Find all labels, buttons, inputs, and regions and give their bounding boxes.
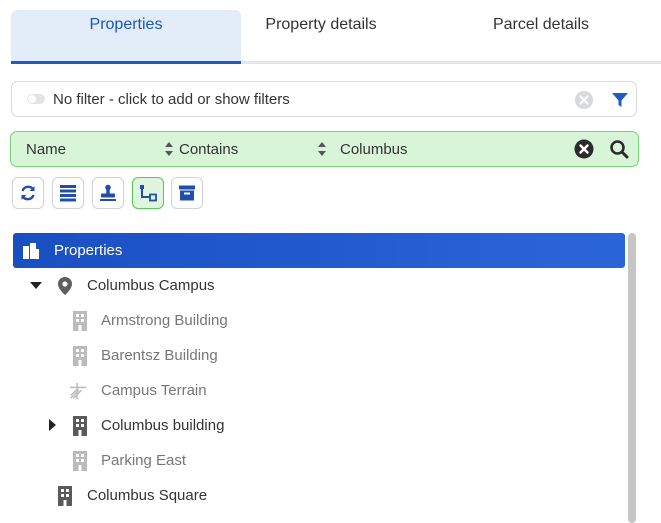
- tree-item-columbus-campus[interactable]: Columbus Campus: [13, 268, 625, 303]
- archive-icon: [179, 185, 195, 201]
- tree-item-columbus-square[interactable]: Columbus Square: [13, 478, 625, 513]
- tree-item-label: Columbus Campus: [87, 277, 215, 294]
- caret-down-icon[interactable]: [30, 278, 42, 292]
- tree-item-label: Parking East: [101, 452, 187, 469]
- building-icon: [58, 486, 72, 506]
- tab-label: Parcel details: [492, 16, 590, 33]
- tree-item-parking-east[interactable]: Parking East: [13, 443, 625, 478]
- tree-scrollbar[interactable]: [628, 233, 636, 523]
- operator-sort-icon[interactable]: [317, 141, 327, 157]
- list-view-button[interactable]: [52, 177, 84, 209]
- archive-button[interactable]: [171, 177, 203, 209]
- stamp-button[interactable]: [92, 177, 124, 209]
- tab-bar: Properties Property details Parcel detai…: [0, 0, 661, 64]
- tree-root-properties[interactable]: Properties: [13, 233, 625, 268]
- filter-bar[interactable]: No filter - click to add or show filters: [11, 81, 637, 117]
- building-icon: [73, 451, 87, 471]
- tab-label: Properties: [89, 16, 163, 33]
- field-sort-icon[interactable]: [164, 141, 174, 157]
- building-icon: [73, 346, 87, 366]
- tab-label: Property details: [265, 16, 377, 33]
- hierarchy-icon: [140, 185, 157, 202]
- refresh-button[interactable]: [12, 177, 44, 209]
- terrain-icon: [69, 382, 87, 400]
- tree-item-label: Barentsz Building: [101, 347, 218, 364]
- search-criteria-row: Name Contains Columbus: [10, 131, 639, 167]
- tree-item-label: Columbus Square: [87, 487, 208, 504]
- tree-item-columbus-building[interactable]: Columbus building: [13, 408, 625, 443]
- search-field-select[interactable]: Name: [26, 141, 66, 158]
- hierarchy-view-button[interactable]: [132, 177, 164, 209]
- tab-properties[interactable]: Properties: [11, 10, 241, 64]
- tree-item-label: Columbus building: [101, 417, 225, 434]
- tree-item-campus-terrain[interactable]: Campus Terrain: [13, 373, 625, 408]
- filter-status-text[interactable]: No filter - click to add or show filters: [53, 91, 290, 108]
- location-pin-icon: [58, 277, 72, 295]
- search-icon[interactable]: [609, 139, 629, 159]
- refresh-icon: [21, 185, 35, 201]
- tree-item-armstrong-building[interactable]: Armstrong Building: [13, 303, 625, 338]
- tree-item-label: Properties: [54, 242, 123, 259]
- filter-toggle[interactable]: [27, 94, 45, 104]
- stamp-icon: [100, 184, 116, 201]
- building-icon: [73, 311, 87, 331]
- building-icon: [73, 416, 87, 436]
- filter-icon[interactable]: [610, 90, 630, 110]
- buildings-icon: [23, 243, 39, 259]
- tab-parcel-details[interactable]: Parcel details: [451, 10, 631, 64]
- search-value-input[interactable]: Columbus: [340, 141, 408, 158]
- tree-item-label: Campus Terrain: [101, 382, 207, 399]
- search-operator-select[interactable]: Contains: [179, 141, 238, 158]
- caret-right-icon[interactable]: [46, 418, 58, 432]
- tree-item-label: Armstrong Building: [101, 312, 228, 329]
- list-icon: [60, 185, 76, 202]
- clear-filter-icon[interactable]: [574, 90, 594, 110]
- tab-property-details[interactable]: Property details: [241, 10, 401, 64]
- property-tree: Properties Columbus Campus Armstrong Bui…: [13, 233, 625, 518]
- clear-search-icon[interactable]: [574, 139, 594, 159]
- tree-item-barentsz-building[interactable]: Barentsz Building: [13, 338, 625, 373]
